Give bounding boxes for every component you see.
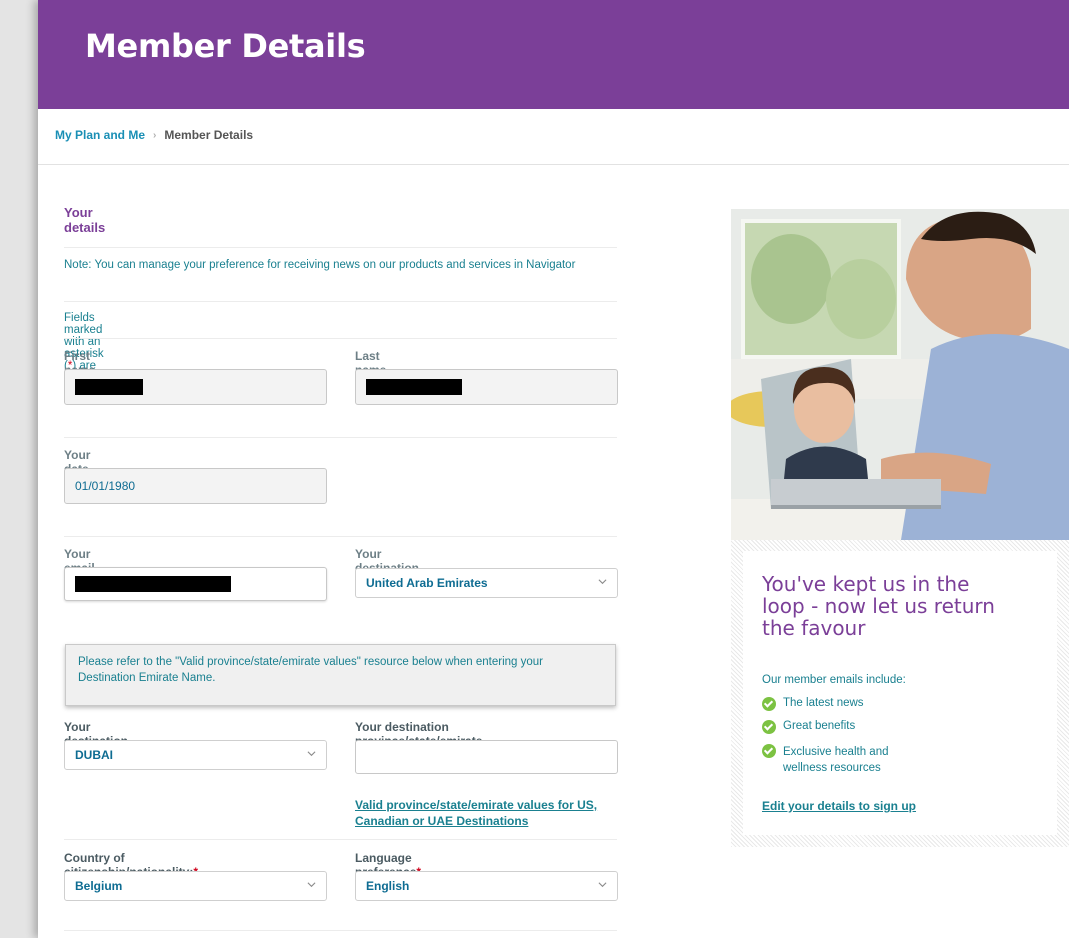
destination-country-select[interactable]: United Arab Emirates <box>355 568 618 598</box>
chevron-down-icon <box>598 579 607 585</box>
breadcrumb-current: Member Details <box>164 128 254 142</box>
check-icon <box>762 744 776 758</box>
page-header: Member Details <box>38 0 1069 109</box>
breadcrumb-my-plan-link[interactable]: My Plan and Me <box>55 128 145 142</box>
divider <box>64 301 617 302</box>
breadcrumb-divider <box>38 164 1069 165</box>
chevron-down-icon <box>307 751 316 757</box>
benefit-item: The latest news <box>762 697 864 711</box>
divider <box>64 536 617 537</box>
promo-subtitle: Our member emails include: <box>762 674 906 686</box>
citizenship-value: Belgium <box>75 879 123 893</box>
benefit-item: Great benefits <box>762 720 855 734</box>
email-field[interactable] <box>64 567 327 601</box>
destination-province-field[interactable] <box>355 740 618 774</box>
preference-note: Note: You can manage your preference for… <box>64 259 576 271</box>
father-and-son-laptop-image <box>731 209 1069 540</box>
first-name-field[interactable] <box>64 369 327 405</box>
check-icon <box>762 720 776 734</box>
benefit-item: Exclusive health and wellness resources <box>762 744 902 776</box>
divider <box>64 930 617 931</box>
language-select[interactable]: English <box>355 871 618 901</box>
divider <box>64 839 617 840</box>
promo-title: You've kept us in the loop - now let us … <box>762 572 995 640</box>
province-values-link[interactable]: Valid province/state/emirate values for … <box>355 797 625 829</box>
destination-city-value: DUBAI <box>75 748 113 762</box>
divider <box>64 437 617 438</box>
chevron-down-icon <box>598 882 607 888</box>
breadcrumb: My Plan and Me › Member Details <box>55 128 253 142</box>
page: Member Details My Plan and Me › Member D… <box>38 0 1069 938</box>
check-icon <box>762 697 776 711</box>
redacted-value <box>366 379 462 395</box>
divider <box>64 247 617 248</box>
chevron-down-icon <box>307 882 316 888</box>
destination-country-value: United Arab Emirates <box>366 576 488 590</box>
redacted-value <box>75 576 231 592</box>
divider <box>64 338 617 339</box>
dob-field[interactable]: 01/01/1980 <box>64 468 327 504</box>
emirate-info-box: Please refer to the "Valid province/stat… <box>65 644 616 706</box>
citizenship-select[interactable]: Belgium <box>64 871 327 901</box>
redacted-value <box>75 379 143 395</box>
destination-city-select[interactable]: DUBAI <box>64 740 327 770</box>
page-title: Member Details <box>85 27 366 65</box>
promo-photo <box>731 209 1069 540</box>
breadcrumb-separator-icon: › <box>153 129 157 141</box>
edit-details-link[interactable]: Edit your details to sign up <box>762 799 916 813</box>
section-title: Your details <box>64 205 106 235</box>
last-name-field[interactable] <box>355 369 618 405</box>
promo-panel: You've kept us in the loop - now let us … <box>731 209 1069 847</box>
dob-value: 01/01/1980 <box>75 479 136 493</box>
language-value: English <box>366 879 410 893</box>
